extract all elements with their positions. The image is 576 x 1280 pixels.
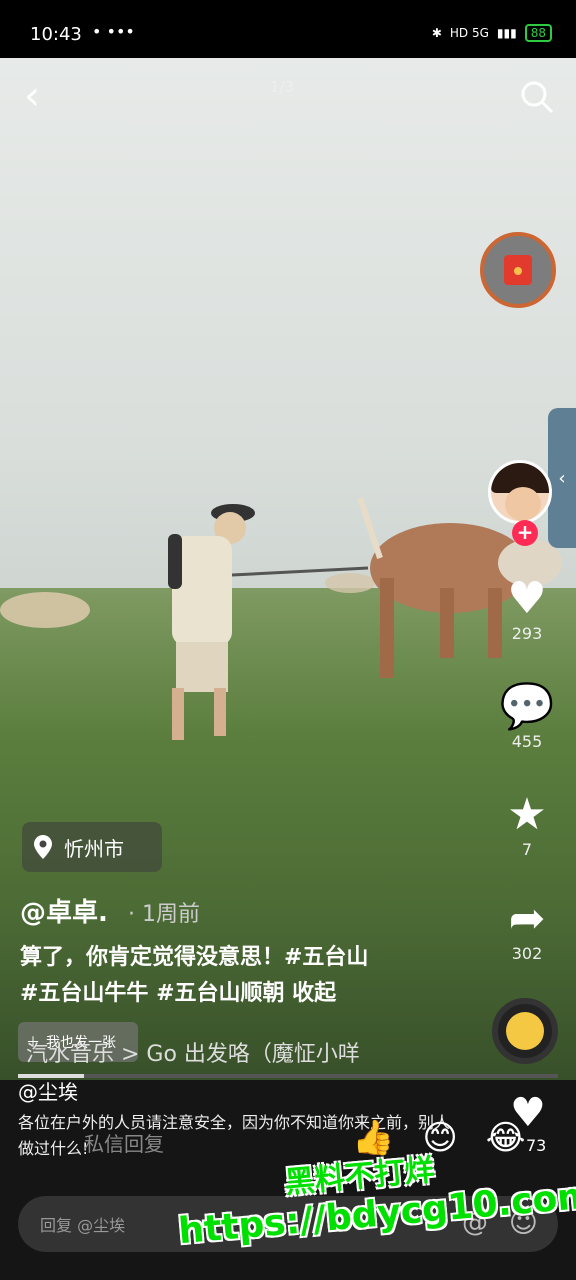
star-icon[interactable]: ★ xyxy=(496,790,558,840)
like-action[interactable]: ♥ 293 xyxy=(496,574,558,644)
author-name[interactable]: @卓卓. xyxy=(20,892,108,929)
video-progress[interactable] xyxy=(18,1074,558,1078)
red-packet-icon xyxy=(504,255,532,285)
network-label: HD 5G xyxy=(449,26,489,40)
bluetooth-icon: ✱ xyxy=(431,26,442,40)
favorite-count: 7 xyxy=(521,840,533,859)
status-right-group: ✱ HD 5G ▮▮▮ 88 xyxy=(432,24,552,42)
author-avatar[interactable] xyxy=(488,460,552,524)
like-count: 293 xyxy=(511,624,543,643)
caption-line-2[interactable]: #五台山牛牛 #五台山顺朝 收起 xyxy=(20,976,480,1012)
post-caption: 算了，你肯定觉得没意思！#五台山 #五台山牛牛 #五台山顺朝 收起 xyxy=(20,940,480,1012)
dm-reply-input[interactable]: 私信回复 xyxy=(84,1128,164,1157)
side-panel-toggle[interactable]: ‹ xyxy=(548,408,576,548)
music-title[interactable]: 汽水音乐 > Go 出发咯（魔怔小咩 xyxy=(26,1036,360,1068)
comment-icon[interactable]: 💬 xyxy=(496,682,558,732)
status-bar: 10:43 • ••• ✱ HD 5G ▮▮▮ 88 xyxy=(0,0,576,60)
follow-button[interactable]: + xyxy=(512,520,538,546)
share-action[interactable]: ➦ 302 xyxy=(496,894,558,964)
location-tag[interactable]: 忻州市 xyxy=(22,822,162,872)
post-time: · 1周前 xyxy=(128,902,200,927)
share-icon[interactable]: ➦ xyxy=(496,894,558,944)
search-icon[interactable] xyxy=(520,80,554,114)
share-count: 302 xyxy=(511,944,543,963)
location-name: 忻州市 xyxy=(64,836,124,861)
music-disc-icon[interactable] xyxy=(492,998,558,1064)
status-notification-dots: • ••• xyxy=(92,22,135,41)
comment-action[interactable]: 💬 455 xyxy=(496,682,558,752)
battery-level: 88 xyxy=(524,24,552,42)
signal-icon: ▮▮▮ xyxy=(496,26,517,40)
heart-icon[interactable]: ♥ xyxy=(496,574,558,624)
comment-user[interactable]: @尘埃 xyxy=(18,1076,78,1105)
location-pin-icon xyxy=(34,835,52,859)
reply-placeholder: 回复 @尘埃 xyxy=(40,1216,126,1235)
chevron-left-icon: ‹ xyxy=(558,467,566,489)
caption-line-1[interactable]: 算了，你肯定觉得没意思！#五台山 xyxy=(20,940,480,976)
favorite-action[interactable]: ★ 7 xyxy=(496,790,558,860)
page-indicator: 1/3 xyxy=(270,78,295,96)
red-packet-button[interactable] xyxy=(480,232,556,308)
comment-heart-icon[interactable]: ♥ xyxy=(510,1090,546,1136)
comment-count: 455 xyxy=(511,732,543,751)
back-icon[interactable]: ‹ xyxy=(24,76,40,116)
status-time: 10:43 xyxy=(30,24,82,45)
